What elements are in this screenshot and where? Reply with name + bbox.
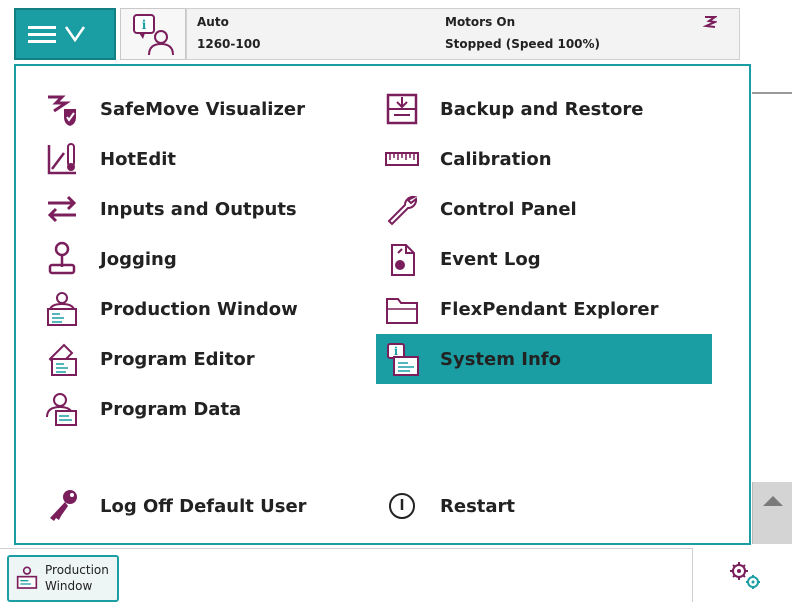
power-icon [382,486,422,526]
menu-item-inputs-and-outputs[interactable]: Inputs and Outputs [16,184,366,234]
production-window-icon [16,566,38,589]
robot-arm-status-icon [703,16,717,28]
menu-item-label: SafeMove Visualizer [100,98,305,120]
io-arrows-icon [42,189,82,229]
restart-label: Restart [440,495,516,517]
info-user-icon: i [133,14,174,56]
quickset-button[interactable] [692,548,792,602]
menu-item-program-editor[interactable]: Program Editor [16,334,366,384]
taskbar-label-line2: Window [45,579,93,593]
menu-item-backup-and-restore[interactable]: Backup and Restore [376,84,712,134]
menu-item-production-window[interactable]: Production Window [16,284,366,334]
production-window-icon [42,289,82,329]
menu-item-label: HotEdit [100,148,176,170]
status-panel[interactable]: Auto 1260-100 Motors On Stopped (Speed 1… [186,8,740,60]
menu-item-label: Backup and Restore [440,98,644,120]
backup-icon [382,89,422,129]
menu-item-jogging[interactable]: Jogging [16,234,366,284]
main-menu-panel: SafeMove Visualizer HotEdit Inputs and O… [14,64,751,545]
menu-item-label: Event Log [440,248,541,270]
operating-mode: Auto [197,15,229,29]
svg-text:i: i [142,18,147,32]
safemove-icon [42,89,82,129]
restart-button[interactable]: Restart [376,481,712,531]
menu-item-safemove-visualizer[interactable]: SafeMove Visualizer [16,84,366,134]
menu-item-label: Control Panel [440,198,577,220]
menu-item-program-data[interactable]: Program Data [16,384,366,434]
joystick-icon [42,239,82,279]
calibration-icon [382,139,422,179]
menu-item-system-info[interactable]: i System Info [376,334,712,384]
event-log-icon [382,239,422,279]
taskbar-label-line1: Production [45,563,109,577]
system-info-icon: i [382,339,422,379]
menu-item-control-panel[interactable]: Control Panel [376,184,712,234]
program-data-icon [42,389,82,429]
gears-icon [730,562,760,589]
key-icon [42,486,82,526]
menu-item-label: Calibration [440,148,552,170]
wrench-icon [382,189,422,229]
arrow-up-icon [763,496,783,506]
folder-icon [382,289,422,329]
menu-item-label: Production Window [100,298,298,320]
menu-item-label: Program Editor [100,348,255,370]
menu-item-label: Program Data [100,398,242,420]
program-state: Stopped (Speed 100%) [445,37,601,51]
hamburger-icon [28,26,86,43]
program-editor-icon [42,339,82,379]
menu-item-calibration[interactable]: Calibration [376,134,712,184]
menu-item-event-log[interactable]: Event Log [376,234,712,284]
taskbar-production-window[interactable]: Production Window [7,555,119,602]
menu-item-label: Jogging [100,248,177,270]
menu-item-label: Inputs and Outputs [100,198,297,220]
background-divider [752,92,792,94]
scroll-up-button[interactable] [752,482,792,544]
menu-item-flexpendant-explorer[interactable]: FlexPendant Explorer [376,284,712,334]
menu-item-label: System Info [440,348,561,370]
menu-item-hotedit[interactable]: HotEdit [16,134,366,184]
log-off-button[interactable]: Log Off Default User [16,481,366,531]
info-button[interactable]: i [120,8,186,60]
hotedit-icon [42,139,82,179]
menu-item-label: FlexPendant Explorer [440,298,659,320]
system-name: 1260-100 [197,37,261,51]
top-bar: i Auto 1260-100 Motors On Stopped (Speed… [0,0,792,64]
motors-state: Motors On [445,15,516,29]
log-off-label: Log Off Default User [100,495,307,517]
main-menu-button[interactable] [14,8,116,60]
